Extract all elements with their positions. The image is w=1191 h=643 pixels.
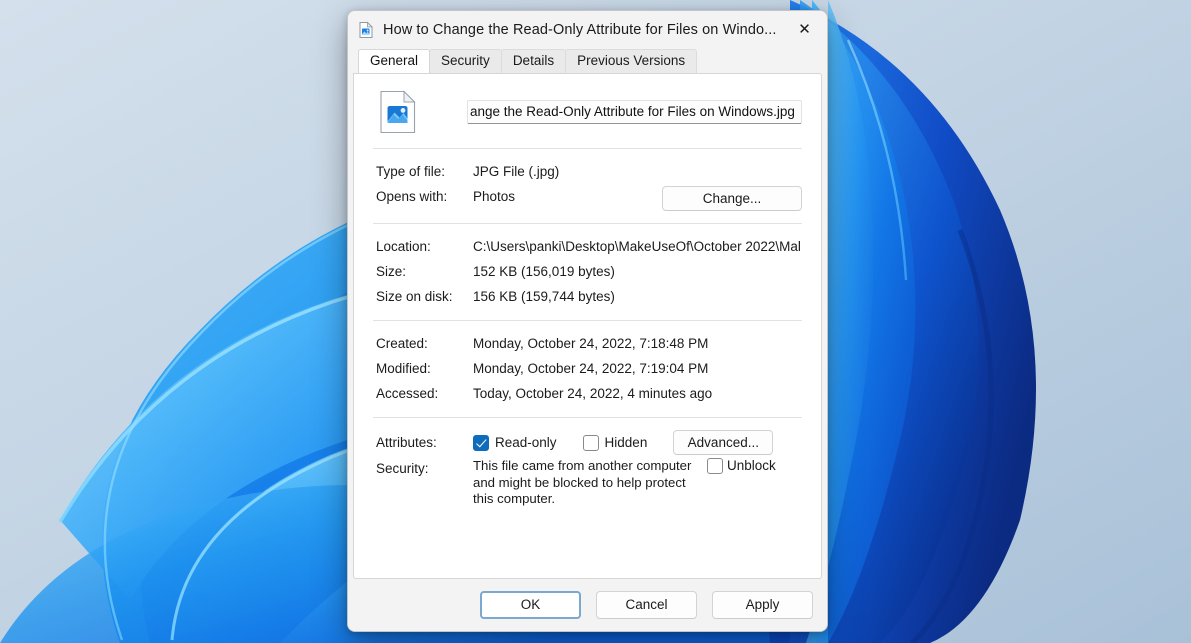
advanced-button[interactable]: Advanced...: [673, 430, 774, 455]
file-name-value: ange the Read-Only Attribute for Files o…: [470, 104, 795, 119]
ok-button[interactable]: OK: [480, 591, 581, 619]
file-header-row: ange the Read-Only Attribute for Files o…: [373, 74, 802, 148]
dialog-title: How to Change the Read-Only Attribute fo…: [383, 21, 777, 38]
attributes-row: Attributes: Read-only Hidden Advanced...: [373, 430, 802, 455]
size-on-disk-label: Size on disk:: [376, 289, 453, 304]
accessed-row: Accessed: Today, October 24, 2022, 4 min…: [373, 383, 802, 405]
hidden-label: Hidden: [604, 435, 648, 450]
file-attributes-block: Attributes: Read-only Hidden Advanced...…: [373, 418, 802, 520]
size-on-disk-row: Size on disk: 156 KB (159,744 bytes): [373, 286, 802, 308]
readonly-checkbox[interactable]: Read-only: [473, 434, 557, 451]
change-button[interactable]: Change...: [662, 186, 802, 211]
readonly-check-icon: [473, 434, 489, 451]
jpg-image-file-icon: [379, 90, 417, 134]
security-row: Security: This file came from another co…: [373, 458, 802, 508]
created-row: Created: Monday, October 24, 2022, 7:18:…: [373, 333, 802, 355]
accessed-value: Today, October 24, 2022, 4 minutes ago: [473, 386, 713, 401]
location-label: Location:: [376, 239, 431, 254]
file-dates-block: Created: Monday, October 24, 2022, 7:18:…: [373, 321, 802, 417]
location-value: C:\Users\panki\Desktop\MakeUseOf\October…: [473, 239, 801, 254]
file-name-input[interactable]: ange the Read-Only Attribute for Files o…: [467, 100, 802, 124]
dialog-footer: OK Cancel Apply: [348, 579, 827, 631]
file-type-block: Type of file: JPG File (.jpg) Opens with…: [373, 149, 802, 223]
file-size-block: Location: C:\Users\panki\Desktop\MakeUse…: [373, 224, 802, 320]
security-label: Security:: [376, 461, 429, 476]
tab-previous-versions[interactable]: Previous Versions: [565, 49, 698, 73]
opens-with-label: Opens with:: [376, 189, 448, 204]
size-row: Size: 152 KB (156,019 bytes): [373, 261, 802, 283]
modified-row: Modified: Monday, October 24, 2022, 7:19…: [373, 358, 802, 380]
tab-security[interactable]: Security: [429, 49, 502, 73]
type-of-file-label: Type of file:: [376, 164, 446, 179]
general-tab-panel: ange the Read-Only Attribute for Files o…: [353, 73, 822, 579]
tab-general[interactable]: General: [358, 49, 431, 73]
unblock-label: Unblock: [727, 458, 776, 473]
location-row: Location: C:\Users\panki\Desktop\MakeUse…: [373, 236, 802, 258]
desktop-background: How to Change the Read-Only Attribute fo…: [0, 0, 1191, 643]
accessed-label: Accessed:: [376, 386, 439, 401]
tab-general-label: General: [370, 53, 419, 68]
jpg-file-icon: [357, 21, 375, 39]
created-value: Monday, October 24, 2022, 7:18:48 PM: [473, 336, 709, 351]
unblock-checkbox[interactable]: Unblock: [707, 458, 776, 474]
size-value: 152 KB (156,019 bytes): [473, 264, 615, 279]
type-of-file-value: JPG File (.jpg): [473, 164, 560, 179]
hidden-checkbox[interactable]: Hidden: [582, 434, 648, 451]
attributes-label: Attributes:: [376, 435, 437, 450]
size-on-disk-value: 156 KB (159,744 bytes): [473, 289, 615, 304]
tab-details-label: Details: [512, 53, 555, 68]
dialog-tabstrip: General Security Details Previous Versio…: [348, 48, 827, 73]
readonly-label: Read-only: [495, 435, 557, 450]
apply-button[interactable]: Apply: [712, 591, 813, 619]
modified-value: Monday, October 24, 2022, 7:19:04 PM: [473, 361, 709, 376]
size-label: Size:: [376, 264, 407, 279]
hidden-check-icon: [582, 434, 599, 451]
file-properties-dialog: How to Change the Read-Only Attribute fo…: [347, 10, 828, 632]
tab-details[interactable]: Details: [500, 49, 567, 73]
opens-with-row: Opens with: Photos Change...: [373, 186, 802, 211]
cancel-button[interactable]: Cancel: [596, 591, 697, 619]
unblock-check-icon: [707, 458, 723, 474]
tab-security-label: Security: [441, 53, 490, 68]
modified-label: Modified:: [376, 361, 431, 376]
type-of-file-row: Type of file: JPG File (.jpg): [373, 161, 802, 183]
opens-with-value: Photos: [473, 189, 516, 204]
created-label: Created:: [376, 336, 428, 351]
dialog-titlebar[interactable]: How to Change the Read-Only Attribute fo…: [348, 11, 827, 48]
security-message: This file came from another computer and…: [473, 458, 692, 506]
tab-previous-versions-label: Previous Versions: [577, 53, 686, 68]
close-icon[interactable]: ✕: [782, 12, 827, 48]
